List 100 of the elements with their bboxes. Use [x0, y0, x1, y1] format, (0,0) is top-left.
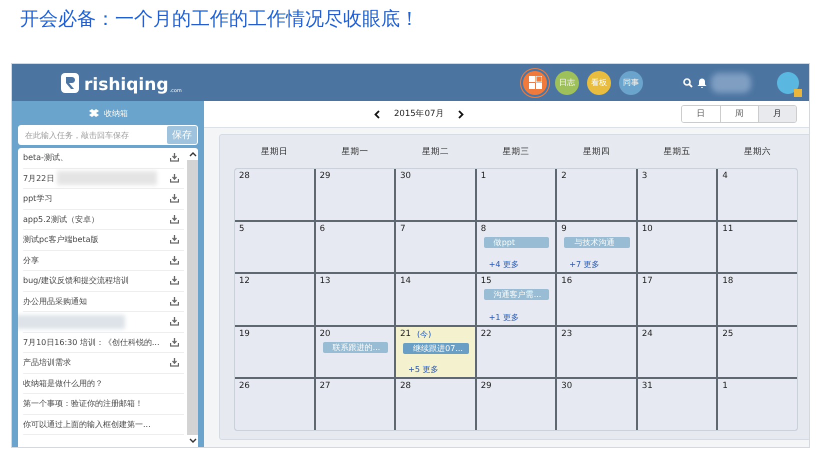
search-icon[interactable]: [683, 78, 693, 88]
download-icon[interactable]: [170, 235, 179, 244]
day-cell[interactable]: 18: [718, 274, 797, 325]
more-link[interactable]: +5 更多: [408, 364, 471, 376]
day-number: 4: [722, 171, 728, 181]
download-icon[interactable]: [170, 214, 179, 224]
day-cell[interactable]: 15 沟通客户需... +1 更多: [476, 274, 556, 325]
day-cell[interactable]: 21 (今) 继续跟进07... +5 更多: [396, 326, 475, 378]
day-cell[interactable]: 28: [235, 169, 314, 220]
day-cell[interactable]: 23: [557, 326, 636, 378]
day-number: 1: [722, 381, 728, 392]
download-icon[interactable]: [170, 256, 179, 265]
day-cell[interactable]: 17: [638, 274, 716, 325]
day-cell[interactable]: 1: [718, 379, 797, 430]
download-icon[interactable]: [170, 174, 179, 183]
day-number: 17: [642, 276, 653, 286]
day-cell[interactable]: 4: [718, 169, 797, 220]
day-cell[interactable]: 20 联系跟进的...: [316, 326, 394, 378]
download-icon[interactable]: [170, 276, 179, 286]
day-cell[interactable]: 28: [396, 379, 475, 430]
day-cell[interactable]: 26: [235, 379, 314, 430]
day-cell[interactable]: 3: [638, 169, 716, 220]
inbox-item[interactable]: app5.2测试（安卓）: [23, 214, 99, 225]
day-cell[interactable]: 22: [476, 326, 556, 378]
weekday-header: 星期四: [582, 146, 612, 158]
month-title: 2015年07月: [394, 108, 444, 120]
day-number: 21: [400, 328, 411, 340]
previous-month-icon[interactable]: [374, 110, 380, 118]
weekday-header: 星期六: [743, 146, 772, 158]
day-number: 20: [320, 328, 330, 339]
day-cell[interactable]: 25: [718, 326, 797, 378]
view-tab[interactable]: 月: [758, 106, 796, 122]
day-cell[interactable]: 19: [235, 326, 314, 378]
day-cell[interactable]: 6: [316, 222, 394, 272]
more-link[interactable]: +7 更多: [569, 259, 632, 270]
home-button[interactable]: [523, 70, 547, 94]
download-icon[interactable]: [170, 153, 179, 162]
download-icon[interactable]: [170, 194, 179, 204]
weekday-header: 星期二: [420, 146, 450, 158]
day-cell[interactable]: 9 与技术沟通 +7 更多: [557, 222, 636, 272]
next-month-icon[interactable]: [458, 110, 464, 118]
day-cell[interactable]: 29: [316, 169, 394, 220]
day-cell[interactable]: 8 做ppt +4 更多: [476, 222, 556, 272]
day-number: 28: [400, 381, 411, 392]
more-link[interactable]: +4 更多: [488, 259, 552, 270]
day-cell[interactable]: 31: [638, 379, 716, 430]
inbox-item[interactable]: beta-测试、: [23, 152, 68, 164]
day-number: 26: [239, 381, 250, 392]
day-number: 25: [722, 328, 734, 339]
day-cell[interactable]: 11: [718, 222, 797, 272]
inbox-item[interactable]: 第一个事项：验证你的注册邮箱！: [23, 398, 143, 410]
more-link[interactable]: +1 更多: [488, 312, 552, 323]
day-number: 31: [642, 381, 653, 392]
day-cell[interactable]: 29: [476, 379, 556, 430]
day-number: 10: [642, 224, 653, 234]
day-number: 16: [561, 276, 572, 286]
day-number: 23: [561, 328, 572, 339]
scroll-down-icon[interactable]: [188, 438, 196, 444]
day-number: 5: [239, 224, 244, 234]
day-number: 1: [480, 171, 486, 181]
day-number: 30: [561, 381, 572, 392]
inbox-item[interactable]: 办公用品采购通知: [23, 296, 87, 307]
inbox-item[interactable]: 收纳箱是做什么用的？: [23, 378, 103, 389]
download-icon[interactable]: [170, 358, 179, 368]
download-icon[interactable]: [170, 317, 179, 326]
inbox-item[interactable]: 7月22日: [23, 172, 54, 184]
day-cell[interactable]: 10: [638, 222, 716, 272]
inbox-item[interactable]: 测试pc客户端beta版: [23, 234, 99, 246]
day-number: 30: [400, 171, 411, 181]
panel-title: 收纳箱: [104, 108, 128, 118]
day-cell[interactable]: 30: [396, 169, 475, 220]
day-cell[interactable]: 2: [557, 169, 636, 220]
day-number: 29: [480, 381, 492, 392]
logo-text: rishiqing: [84, 76, 169, 94]
day-cell[interactable]: 30: [557, 379, 636, 430]
day-cell[interactable]: 13: [316, 274, 394, 325]
day-number: 8: [480, 224, 486, 234]
download-icon[interactable]: [170, 338, 179, 347]
weekday-header: 星期日: [260, 146, 289, 158]
inbox-item[interactable]: 7月10日16:30 培训：《创仕科锐的...: [23, 336, 160, 348]
day-cell[interactable]: 1: [476, 169, 556, 220]
inbox-item[interactable]: 分享: [23, 254, 39, 266]
inbox-item[interactable]: 你可以通过上面的输入框创建第一...: [23, 418, 151, 430]
day-number: 29: [320, 171, 330, 181]
download-icon[interactable]: [170, 296, 179, 306]
day-cell[interactable]: 16: [557, 274, 636, 325]
bell-icon[interactable]: [697, 78, 707, 88]
day-cell[interactable]: 14: [396, 274, 475, 325]
day-cell[interactable]: 12: [235, 274, 314, 325]
weekday-header: 星期五: [662, 146, 692, 158]
inbox-item[interactable]: ppt学习: [23, 193, 52, 204]
day-cell[interactable]: 24: [638, 326, 716, 378]
day-cell[interactable]: 5: [235, 222, 314, 272]
day-cell[interactable]: 7: [396, 222, 475, 272]
scroll-up-icon[interactable]: [188, 151, 196, 157]
inbox-item[interactable]: 产品培训需求: [23, 357, 71, 368]
day-cell[interactable]: 27: [316, 379, 394, 430]
logo-icon: [60, 72, 80, 94]
inbox-item[interactable]: bug/建议反馈和提交流程培训: [23, 275, 129, 286]
day-number: 6: [320, 224, 325, 234]
